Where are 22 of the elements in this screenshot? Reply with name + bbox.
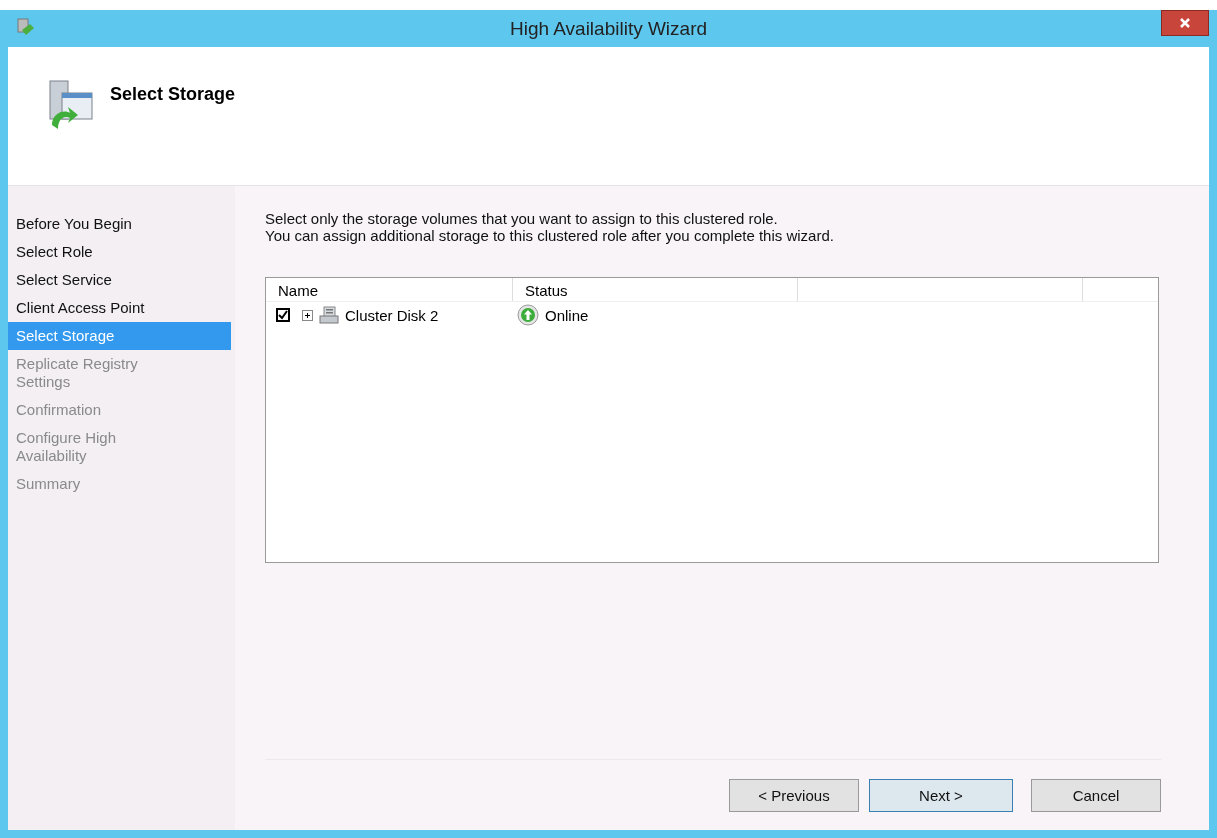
page-title: Select Storage [110, 83, 236, 105]
wizard-step[interactable]: Client Access Point [8, 294, 174, 322]
wizard-button[interactable]: Cancel [1031, 778, 1161, 812]
wizard-icon [16, 18, 36, 36]
wizard-button[interactable]: Next > [869, 778, 1013, 812]
checkbox[interactable] [276, 308, 290, 322]
instruction-text: Select only the storage volumes that you want to assign to this clustered role. [265, 210, 779, 227]
disk-icon [319, 306, 339, 324]
column-header[interactable]: Name [266, 278, 513, 301]
status-text: Online [545, 306, 589, 324]
online-status-icon [517, 304, 539, 326]
wizard-step[interactable]: Select Service [8, 266, 174, 294]
wizard-step[interactable]: Before You Begin [8, 210, 174, 238]
column-header[interactable]: Status [513, 278, 798, 301]
close-icon [1179, 17, 1191, 29]
wizard-button[interactable]: < Previous [729, 778, 859, 812]
window-title: High Availability Wizard [508, 17, 709, 40]
disk-name: Cluster Disk 2 [345, 306, 439, 324]
expand-icon[interactable] [302, 309, 313, 321]
close-button[interactable] [1161, 10, 1209, 36]
wizard-step[interactable]: Select Role [8, 238, 174, 266]
instruction-text: You can assign additional storage to this clustered role after you complete this wizard. [265, 227, 835, 244]
